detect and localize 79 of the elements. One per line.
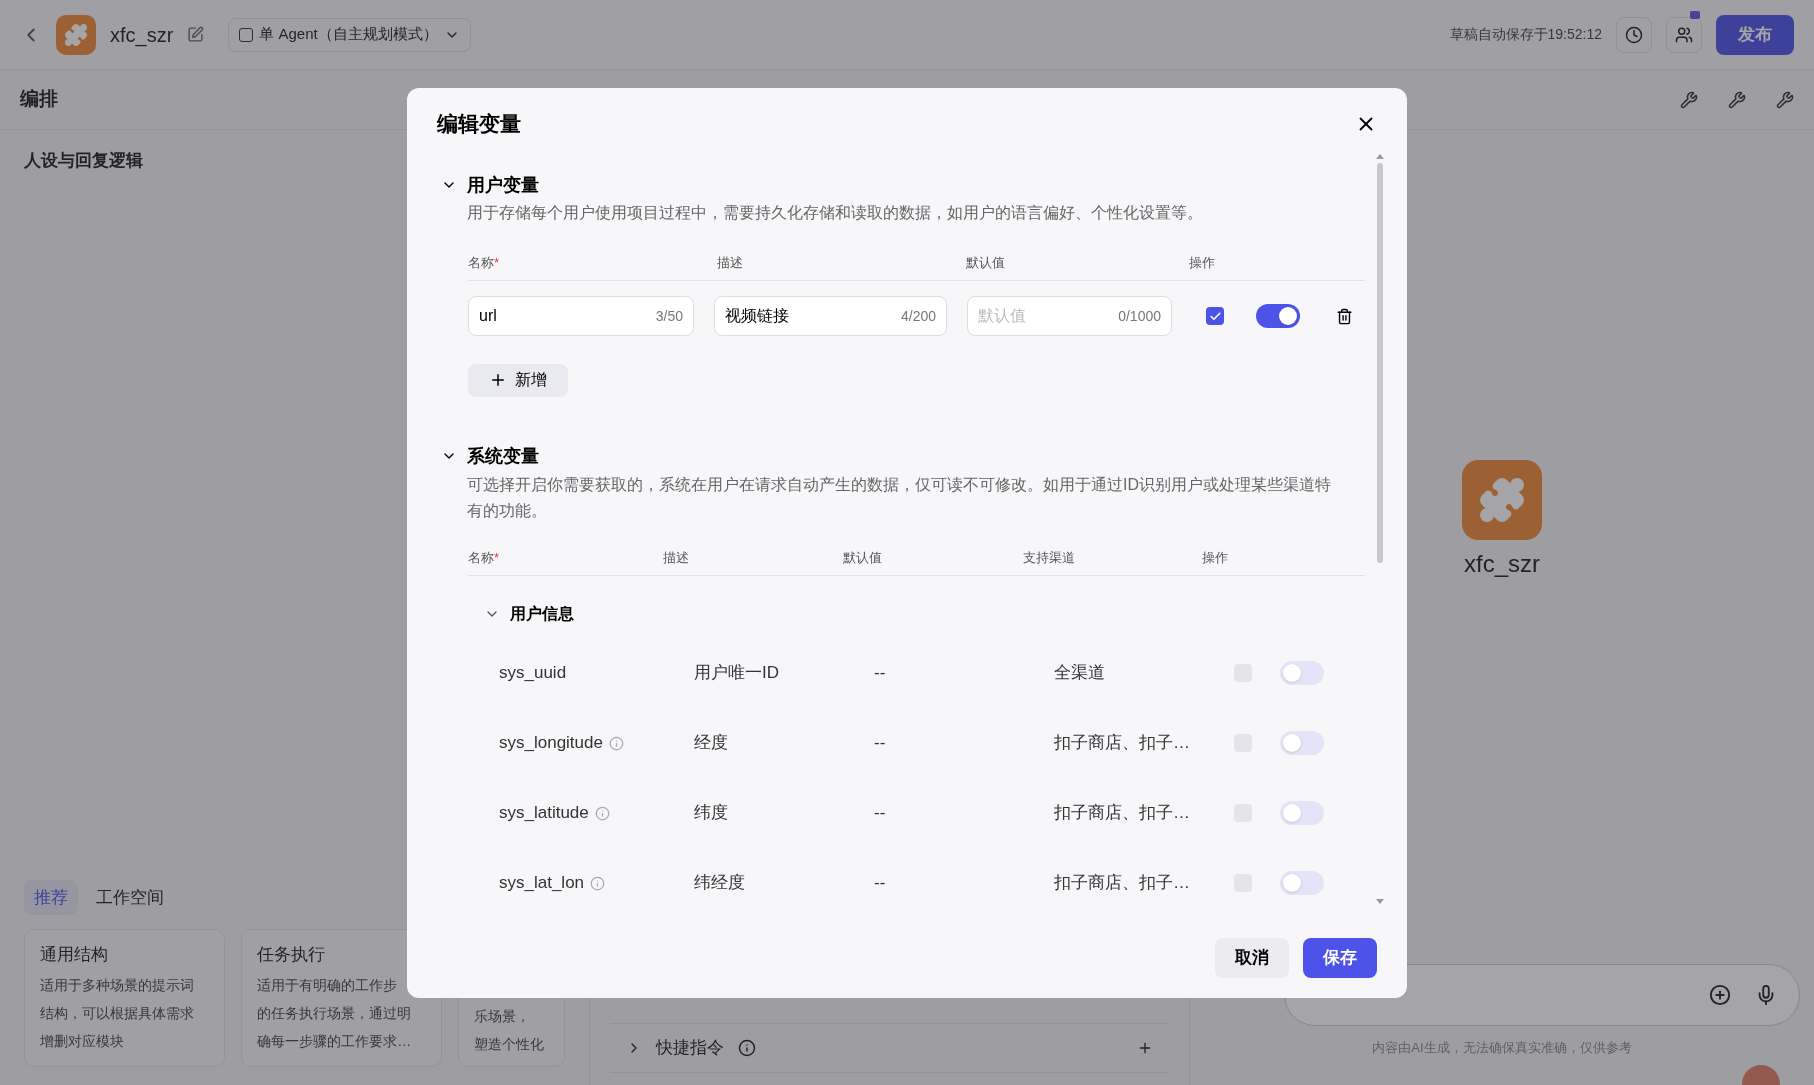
column-header: 名称*	[468, 253, 501, 272]
card-description: 确每一步骤的工作要求…	[257, 1031, 413, 1051]
section-description: 用于存储每个用户使用项目过程中，需要持久化存储和读取的数据，如用户的语言偏好、个性化设置等。	[467, 202, 1204, 223]
column-header: 默认值	[966, 253, 1006, 272]
add-icon[interactable]	[1137, 1040, 1153, 1056]
toggle-switch[interactable]	[1280, 801, 1324, 825]
default-value: --	[874, 732, 887, 755]
column-header: 支持渠道	[1023, 548, 1076, 567]
card-title: 通用结构	[40, 944, 109, 966]
cancel-button[interactable]: 取消	[1215, 938, 1289, 978]
skill-label[interactable]: 快捷指令	[656, 1035, 724, 1061]
variable-name: sys_longitude	[499, 732, 603, 755]
name-input[interactable]: url 3/50	[468, 296, 694, 336]
scrollbar[interactable]	[1375, 153, 1385, 904]
bot-logo-icon	[56, 14, 96, 55]
section-title: 编排	[20, 87, 58, 112]
panel-title: 人设与回复逻辑	[24, 150, 143, 172]
check-icon	[1208, 309, 1222, 323]
variable-name: sys_lat_lon	[499, 872, 585, 895]
column-header: 默认值	[843, 548, 883, 567]
bot-avatar-icon	[1462, 460, 1542, 540]
toggle-switch[interactable]	[1280, 731, 1324, 755]
section-description: 可选择开启你需要获取的，系统在用户在请求自动产生的数据，仅可读不可修改。如用于通过ID识别用户或处理某些渠道特有的功能。	[467, 474, 1332, 521]
column-header: 操作	[1189, 253, 1216, 272]
badge-icon	[1690, 10, 1700, 19]
card-description: 结构，可以根据具体需求	[40, 1003, 195, 1023]
card-description: 适用于多种场景的提示词	[40, 975, 195, 995]
wrench-icon[interactable]	[1776, 90, 1794, 109]
card-description: 塑造个性化	[474, 1035, 546, 1054]
disclaimer: 内容由AI生成，无法确保真实准确，仅供参考	[1372, 1038, 1632, 1057]
column-header: 操作	[1202, 548, 1229, 567]
add-button[interactable]: 新增	[468, 364, 568, 397]
channels: 扣子商店、扣子…	[1054, 802, 1191, 825]
variable-description: 纬度	[694, 802, 729, 825]
group-title: 用户信息	[510, 604, 574, 624]
card-title: 任务执行	[257, 944, 327, 966]
history-button[interactable]	[1616, 16, 1652, 53]
users-icon	[1675, 25, 1693, 44]
dialog-title: 编辑变量	[437, 111, 521, 137]
bot-name: xfc_szr	[1464, 549, 1540, 579]
variable-name: sys_uuid	[499, 662, 567, 685]
mode-dropdown[interactable]: 单 Agent（自主规划模式）	[228, 17, 471, 52]
history-icon	[1625, 25, 1643, 44]
toggle-switch[interactable]	[1256, 304, 1300, 328]
save-button[interactable]: 保存	[1303, 938, 1377, 978]
section-title: 用户变量	[467, 173, 539, 197]
edit-icon[interactable]	[187, 26, 205, 43]
column-header: 描述	[663, 548, 690, 567]
card-description: 增删对应模块	[40, 1031, 125, 1051]
channels: 扣子商店、扣子…	[1054, 872, 1191, 895]
autosave-status: 草稿自动保存于19:52:12	[1449, 25, 1602, 44]
checkbox[interactable]	[1206, 307, 1224, 325]
variable-name: sys_latitude	[499, 802, 589, 825]
variable-description: 纬经度	[694, 872, 746, 895]
card-description: 乐场景，	[474, 1007, 532, 1026]
channels: 扣子商店、扣子…	[1054, 732, 1191, 755]
toggle-switch[interactable]	[1280, 871, 1324, 895]
column-header: 名称*	[468, 548, 501, 567]
default-value: --	[874, 802, 887, 825]
column-header: 描述	[717, 253, 744, 272]
default-value: --	[874, 662, 887, 685]
tab[interactable]: 工作空间	[86, 879, 174, 915]
description-input[interactable]: 视频链接 4/200	[714, 296, 947, 336]
card-description: 适用于有明确的工作步	[257, 975, 399, 995]
default-value-input[interactable]: 默认值 0/1000	[967, 296, 1172, 336]
bot-name: xfc_szr	[110, 22, 174, 49]
variable-description: 用户唯一ID	[694, 662, 780, 685]
template-card[interactable]: 任务执行 适用于有明确的工作步 的任务执行场景，通过明 确每一步骤的工作要求…	[241, 929, 443, 1067]
channels: 全渠道	[1054, 662, 1106, 685]
template-card[interactable]: 通用结构 适用于多种场景的提示词 结构，可以根据具体需求 增删对应模块	[24, 929, 226, 1067]
card-description: 的任务执行场景，通过明	[257, 1003, 413, 1023]
variable-description: 经度	[694, 732, 729, 755]
toggle-switch[interactable]	[1280, 661, 1324, 685]
publish-button[interactable]: 发布	[1716, 14, 1794, 55]
info-icon[interactable]	[738, 1039, 756, 1057]
section-title: 系统变量	[467, 444, 539, 468]
default-value: --	[874, 872, 887, 895]
trash-icon[interactable]	[1336, 307, 1353, 325]
add-icon[interactable]	[1709, 983, 1731, 1006]
